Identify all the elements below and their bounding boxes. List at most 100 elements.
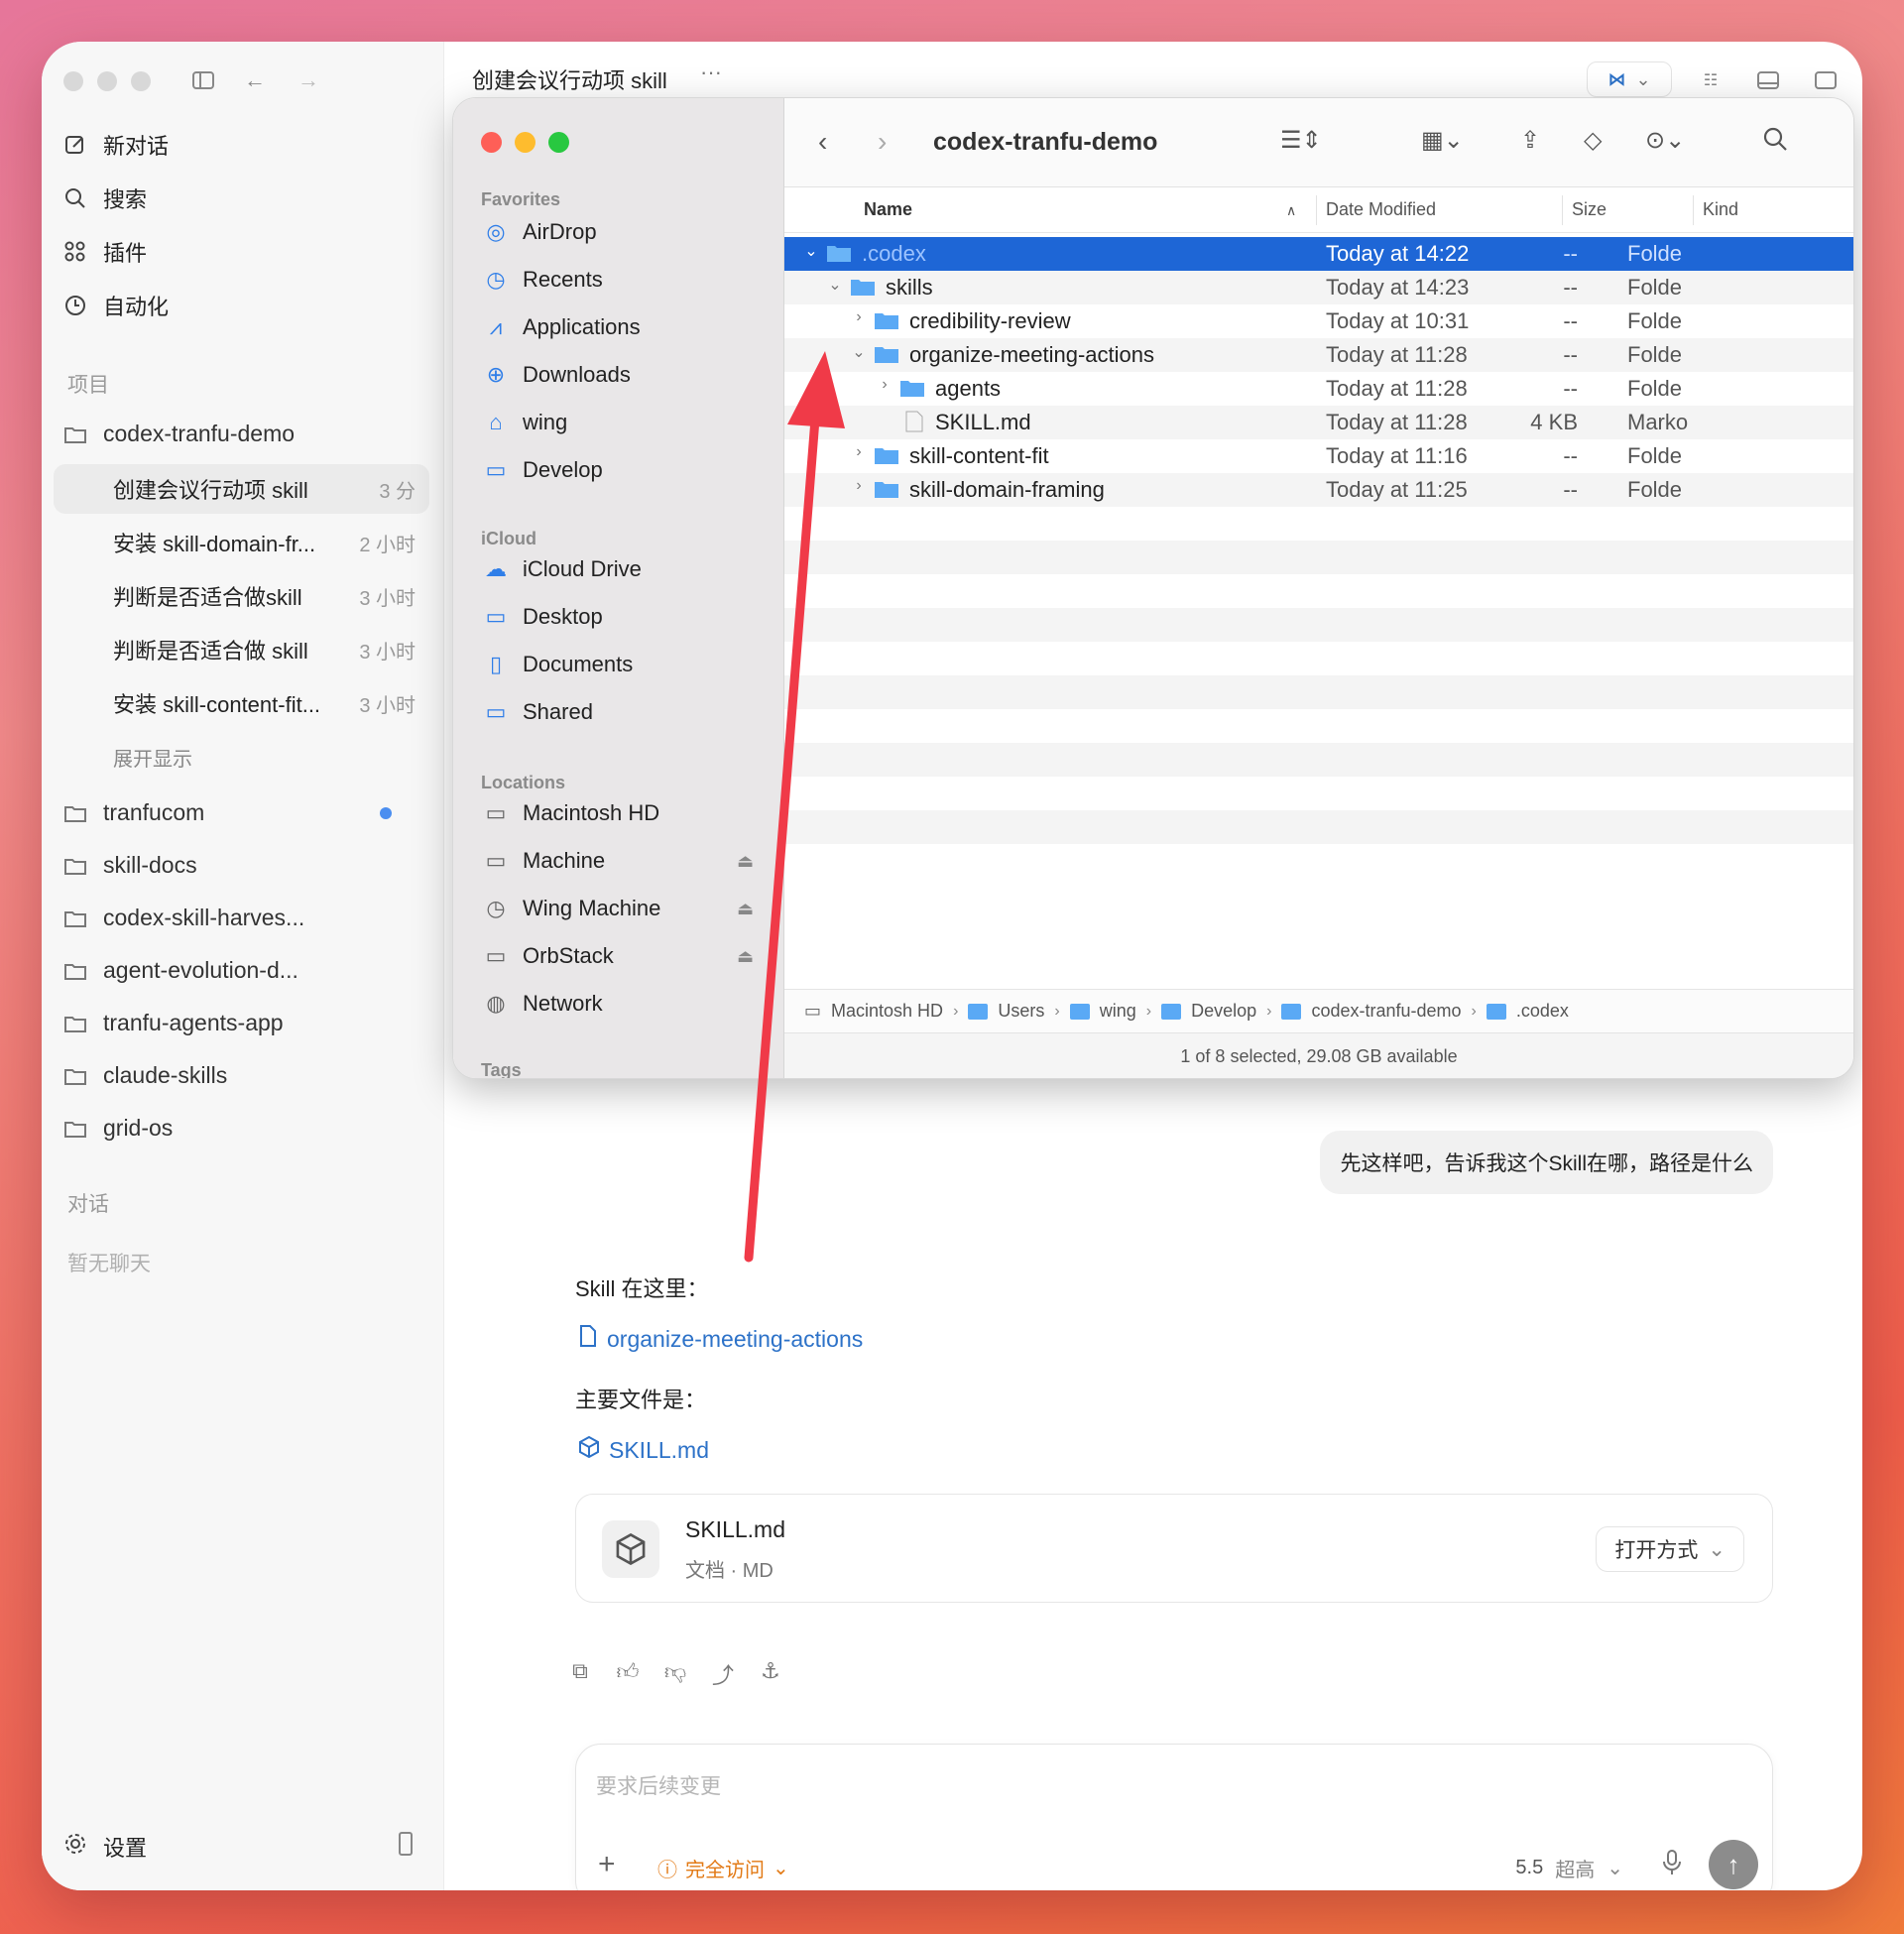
finder-sidebar-item[interactable]: ◎ AirDrop — [483, 219, 754, 245]
finder-sidebar-item[interactable]: ▭ Desktop — [483, 604, 754, 630]
project-item[interactable]: tranfu-agents-app — [63, 1010, 419, 1036]
eject-icon[interactable]: ⏏ — [737, 899, 754, 919]
back-chevron-icon[interactable]: ‹ — [818, 126, 827, 158]
chevron-right-icon[interactable]: › — [850, 308, 868, 326]
group-icon[interactable]: ▦⌄ — [1421, 126, 1464, 155]
finder-sidebar-item[interactable]: ▭ Machine ⏏ — [483, 848, 754, 874]
nav-new-chat[interactable]: 新对话 — [63, 129, 169, 161]
finder-sidebar-item[interactable]: ▭ Shared — [483, 699, 754, 725]
finder-sidebar-item[interactable]: ⩘ Applications — [483, 314, 754, 340]
microphone-icon[interactable] — [1663, 1850, 1681, 1882]
folder-link[interactable]: organize-meeting-actions — [579, 1325, 863, 1353]
conversation-item[interactable]: 安装 skill-domain-fr... 2 小时 — [54, 518, 429, 567]
list-view-icon[interactable]: ☰⇕ — [1280, 126, 1322, 155]
table-row[interactable]: ⌄ skills Today at 14:23 -- Folde — [784, 271, 1853, 304]
file-link[interactable]: SKILL.md — [579, 1435, 709, 1464]
column-name[interactable]: Name — [864, 199, 912, 220]
project-item[interactable]: claude-skills — [63, 1062, 419, 1089]
finder-sidebar-item[interactable]: ▭ OrbStack ⏏ — [483, 943, 754, 969]
path-segment[interactable]: wing — [1100, 1001, 1136, 1022]
settings-button[interactable]: 设置 — [63, 1831, 147, 1863]
finder-zoom-button[interactable] — [548, 132, 569, 153]
finder-sidebar-item[interactable]: ▯ Documents — [483, 652, 754, 677]
finder-sidebar-item[interactable]: ▭ Macintosh HD — [483, 800, 754, 826]
access-mode-selector[interactable]: ⓘ 完全访问 ⌄ — [657, 1854, 789, 1882]
chevron-right-icon[interactable]: › — [850, 443, 868, 461]
action-menu-icon[interactable]: ⊙⌄ — [1645, 126, 1685, 155]
send-button[interactable]: ↑ — [1709, 1840, 1758, 1889]
forward-chevron-icon[interactable]: › — [878, 126, 887, 158]
anchor-icon[interactable]: ⚓︎ — [758, 1658, 783, 1690]
finder-sidebar-item[interactable]: ⊕ Downloads — [483, 362, 754, 388]
sidebar-toggle-icon[interactable] — [186, 63, 220, 97]
chevron-down-icon[interactable]: ⌄ — [826, 275, 844, 295]
finder-sidebar-item[interactable]: ☁ iCloud Drive — [483, 556, 754, 582]
conversation-item[interactable]: 创建会议行动项 skill 3 分 — [54, 464, 429, 514]
project-item[interactable]: tranfucom — [63, 799, 419, 826]
finder-sidebar-item[interactable]: ⌂ wing — [483, 410, 754, 435]
chevron-right-icon[interactable]: › — [876, 376, 893, 394]
nav-search[interactable]: 搜索 — [63, 182, 147, 214]
table-row[interactable]: › agents Today at 11:28 -- Folde — [784, 372, 1853, 406]
composer-input[interactable]: 要求后续变更 — [596, 1770, 721, 1800]
chevron-down-icon[interactable]: ⌄ — [802, 241, 820, 261]
thumbs-up-icon[interactable]: 👍︎ — [615, 1658, 641, 1690]
project-item[interactable]: codex-skill-harves... — [63, 905, 419, 931]
tag-icon[interactable]: ◇ — [1584, 126, 1602, 155]
eject-icon[interactable]: ⏏ — [737, 851, 754, 872]
chevron-right-icon[interactable]: › — [850, 477, 868, 495]
finder-sidebar-item[interactable]: ◷ Wing Machine ⏏ — [483, 896, 754, 921]
open-in-editor-button[interactable]: ⋈ ⌄ — [1587, 61, 1672, 97]
project-item[interactable]: grid-os — [63, 1115, 419, 1142]
finder-minimize-button[interactable] — [515, 132, 536, 153]
table-row[interactable]: › skill-domain-framing Today at 11:25 --… — [784, 473, 1853, 507]
eject-icon[interactable]: ⏏ — [737, 946, 754, 967]
model-selector[interactable]: 5.5 超高 ⌄ — [1515, 1854, 1623, 1882]
conversation-item[interactable]: 判断是否适合做skill 3 小时 — [54, 571, 429, 621]
conversation-item[interactable]: 安装 skill-content-fit... 3 小时 — [54, 678, 429, 728]
path-segment[interactable]: Develop — [1191, 1001, 1256, 1022]
table-row[interactable]: ⌄ .codex Today at 14:22 -- Folde — [784, 237, 1853, 271]
table-row[interactable]: › credibility-review Today at 10:31 -- F… — [784, 304, 1853, 338]
panel-right-icon[interactable] — [1809, 63, 1843, 97]
table-row[interactable]: ⌄ organize-meeting-actions Today at 11:2… — [784, 338, 1853, 372]
nav-automation[interactable]: 自动化 — [63, 290, 169, 321]
table-row[interactable]: › skill-content-fit Today at 11:16 -- Fo… — [784, 439, 1853, 473]
search-icon[interactable] — [1762, 126, 1788, 152]
plus-icon[interactable]: + — [598, 1848, 616, 1881]
column-date[interactable]: Date Modified — [1326, 199, 1436, 220]
project-item[interactable]: agent-evolution-d... — [63, 957, 419, 984]
back-arrow-icon[interactable]: ← — [238, 63, 272, 97]
finder-sidebar-item[interactable]: ◷ Recents — [483, 267, 754, 293]
finder-close-button[interactable] — [481, 132, 502, 153]
more-options-button[interactable]: ··· — [700, 60, 722, 85]
thumbs-down-icon[interactable]: 👎︎ — [662, 1658, 688, 1690]
window-close-button[interactable] — [63, 71, 83, 91]
window-zoom-button[interactable] — [131, 71, 151, 91]
path-segment[interactable]: .codex — [1516, 1001, 1569, 1022]
phone-icon[interactable] — [398, 1832, 414, 1861]
finder-sidebar-item[interactable]: ▭ Develop — [483, 457, 754, 483]
project-item-active[interactable]: codex-tranfu-demo — [63, 421, 419, 447]
path-segment[interactable]: Users — [998, 1001, 1044, 1022]
project-item[interactable]: skill-docs — [63, 852, 419, 879]
composer[interactable]: 要求后续变更 + ⓘ 完全访问 ⌄ 5.5 超高 ⌄ ↑ — [575, 1744, 1773, 1890]
expand-button[interactable]: 展开显示 — [54, 732, 429, 782]
chevron-down-icon[interactable]: ⌄ — [850, 342, 868, 362]
window-minimize-button[interactable] — [97, 71, 117, 91]
file-card[interactable]: SKILL.md 文档 · MD 打开方式 ⌄ — [575, 1494, 1773, 1603]
table-row[interactable]: SKILL.md Today at 11:28 4 KB Marko — [784, 406, 1853, 439]
forward-arrow-icon[interactable]: → — [292, 63, 325, 97]
nav-plugins[interactable]: 插件 — [63, 236, 147, 268]
column-kind[interactable]: Kind — [1703, 199, 1738, 220]
copy-icon[interactable]: ⧉ — [567, 1658, 593, 1690]
open-with-button[interactable]: 打开方式 ⌄ — [1596, 1526, 1744, 1572]
share-icon[interactable]: ⇪ — [1520, 126, 1540, 155]
list-view-icon[interactable]: ☷ — [1694, 63, 1727, 97]
conversation-item[interactable]: 判断是否适合做 skill 3 小时 — [54, 625, 429, 674]
finder-sidebar-item[interactable]: ◍ Network — [483, 991, 754, 1017]
panel-bottom-icon[interactable] — [1751, 63, 1785, 97]
share-icon[interactable]: ⤴ — [710, 1658, 736, 1690]
path-segment[interactable]: codex-tranfu-demo — [1311, 1001, 1461, 1022]
column-size[interactable]: Size — [1572, 199, 1606, 220]
